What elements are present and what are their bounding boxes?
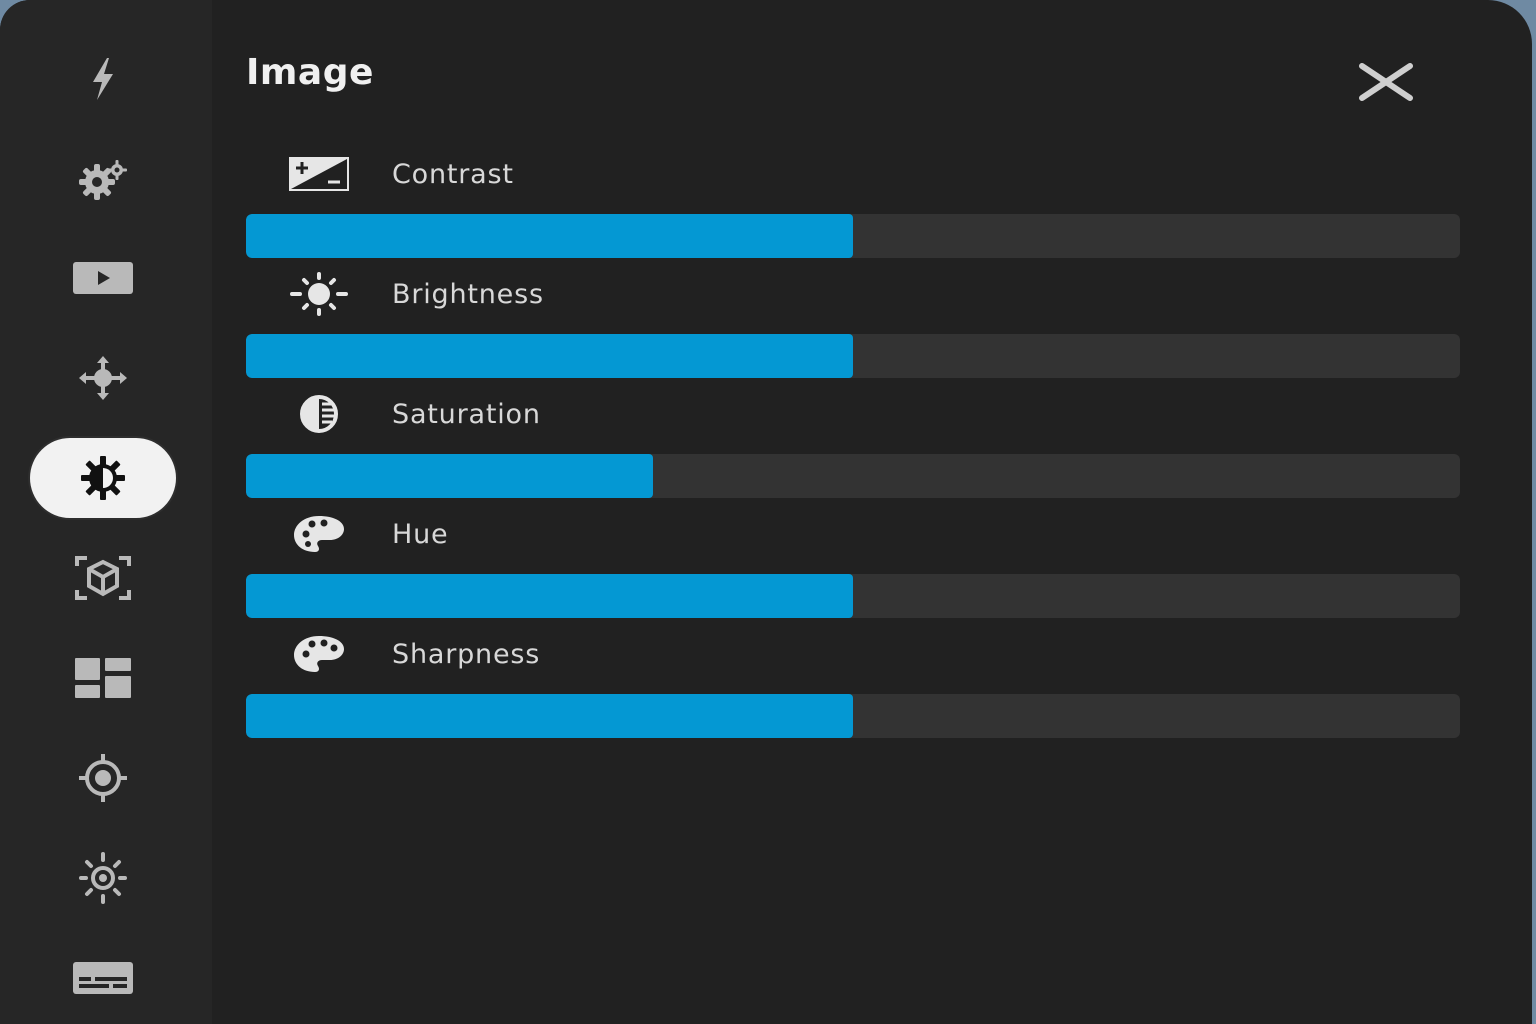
- sidebar-item-move[interactable]: [30, 338, 176, 418]
- contrast-slider[interactable]: [246, 214, 1460, 258]
- palette-icon: [294, 636, 344, 672]
- contrast-slider-fill: [246, 214, 853, 258]
- hue-slider[interactable]: [246, 574, 1460, 618]
- page-title: Image: [246, 52, 374, 93]
- contrast-icon: [289, 157, 349, 191]
- hue-slider-fill: [246, 574, 853, 618]
- sidebar-item-target[interactable]: [30, 738, 176, 818]
- brightness-control: Brightness: [246, 266, 1462, 378]
- 3d-cube-icon: [75, 556, 131, 600]
- hue-label: Hue: [392, 518, 449, 550]
- sidebar-item-dashboard[interactable]: [30, 638, 176, 718]
- sidebar-item-light-settings[interactable]: [30, 838, 176, 918]
- sidebar-item-image[interactable]: [30, 438, 176, 518]
- palette-icon: [294, 516, 344, 552]
- light-settings-icon: [79, 852, 127, 904]
- saturation-slider[interactable]: [246, 454, 1460, 498]
- close-icon: [1359, 63, 1413, 101]
- saturation-control: Saturation: [246, 386, 1462, 498]
- sidebar-item-3d[interactable]: [30, 538, 176, 618]
- brightness-contrast-icon: [81, 456, 125, 500]
- brightness-label: Brightness: [392, 278, 544, 310]
- lightning-icon: [93, 58, 113, 100]
- contrast-label: Contrast: [392, 158, 514, 190]
- hue-control: Hue: [246, 506, 1462, 618]
- sidebar-item-lightning[interactable]: [30, 38, 176, 118]
- saturation-label: Saturation: [392, 398, 541, 430]
- image-settings-window: Image Contrast Brightness Saturation Hue…: [0, 0, 1532, 1024]
- contrast-control: Contrast: [246, 146, 1462, 258]
- sidebar-item-video[interactable]: [30, 238, 176, 318]
- saturation-icon: [300, 395, 338, 433]
- target-icon: [79, 754, 127, 802]
- sidebar: [0, 0, 212, 1024]
- sidebar-item-subtitles[interactable]: [30, 938, 176, 1018]
- video-icon: [73, 262, 133, 294]
- subtitles-icon: [73, 962, 133, 994]
- sharpness-slider-fill: [246, 694, 853, 738]
- sidebar-item-gears[interactable]: [30, 138, 176, 218]
- gears-icon: [79, 160, 127, 200]
- move-icon: [79, 356, 127, 400]
- sharpness-label: Sharpness: [392, 638, 541, 670]
- close-button[interactable]: [1348, 52, 1424, 112]
- sun-icon: [290, 272, 348, 316]
- saturation-slider-fill: [246, 454, 653, 498]
- brightness-slider[interactable]: [246, 334, 1460, 378]
- sharpness-slider[interactable]: [246, 694, 1460, 738]
- brightness-slider-fill: [246, 334, 853, 378]
- sharpness-control: Sharpness: [246, 626, 1462, 738]
- dashboard-icon: [75, 658, 131, 698]
